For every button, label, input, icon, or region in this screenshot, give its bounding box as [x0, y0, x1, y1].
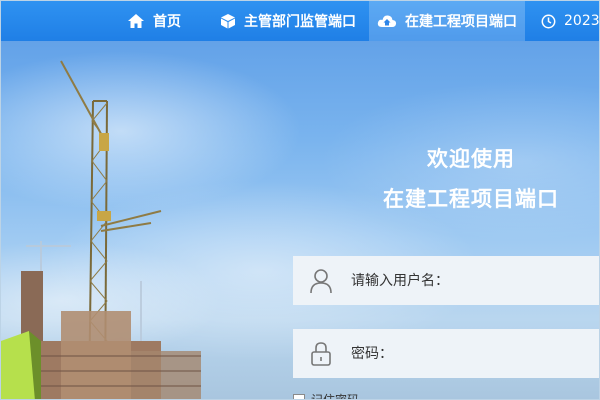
nav-project-port[interactable]: 在建工程项目端口: [369, 1, 525, 41]
page-frame: 首页 主管部门监管端口 在建工程项目端口 2023-0 欢迎使用: [0, 0, 600, 400]
nav-regulator-port[interactable]: 主管部门监管端口: [220, 1, 356, 41]
welcome-line-1: 欢迎使用: [427, 147, 515, 171]
remember-label: 记住密码: [311, 393, 360, 400]
remember-password[interactable]: 记住密码: [293, 391, 360, 400]
nav-regulator-label: 主管部门监管端口: [244, 14, 356, 30]
nav-datetime: 2023-0: [541, 1, 600, 41]
clock-icon: [541, 14, 556, 28]
username-field[interactable]: [293, 256, 599, 305]
password-field[interactable]: [293, 329, 599, 378]
nav-home-label: 首页: [153, 14, 181, 30]
home-icon: [128, 14, 144, 28]
cloud-home-icon: [377, 15, 397, 27]
user-icon: [293, 268, 349, 294]
remember-checkbox[interactable]: [293, 393, 305, 399]
cube-icon: [221, 14, 235, 29]
lock-icon: [293, 341, 349, 367]
username-input[interactable]: [349, 271, 593, 290]
nav-home[interactable]: 首页: [127, 1, 181, 41]
password-input[interactable]: [349, 344, 593, 363]
welcome-line-2: 在建工程项目端口: [383, 187, 559, 211]
nav-datetime-label: 2023-0: [564, 13, 600, 29]
nav-project-label: 在建工程项目端口: [405, 14, 517, 30]
top-navigation-bar: 首页 主管部门监管端口 在建工程项目端口 2023-0: [1, 1, 600, 41]
